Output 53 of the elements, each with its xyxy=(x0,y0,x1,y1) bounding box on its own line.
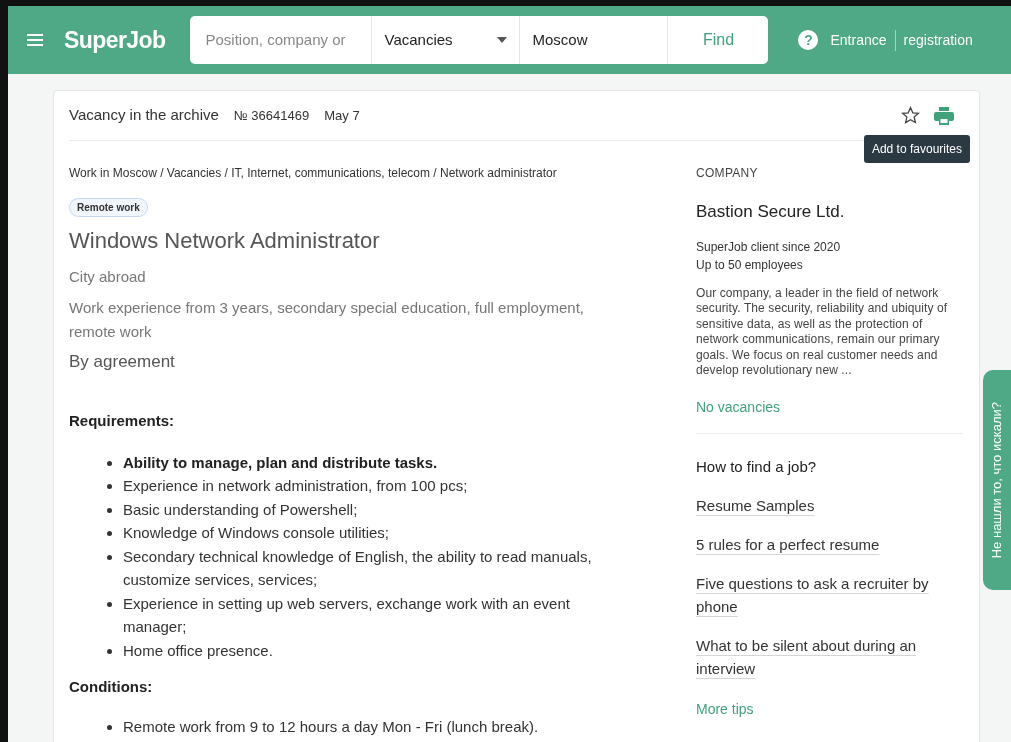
vacancy-date: May 7 xyxy=(324,106,360,125)
requirements-summary: Work experience from 3 years, secondary special education, full employment, remote work xyxy=(69,297,585,342)
bullet-icon xyxy=(107,507,112,513)
register-link[interactable]: registration xyxy=(895,29,973,51)
vacancy-status: Vacancy in the archive xyxy=(69,105,219,126)
help-button[interactable]: ? xyxy=(798,30,819,50)
breadcrumbs: Work in Moscow / Vacancies / IT, Internet, communications, telecom / Network administrator xyxy=(69,165,558,182)
salary: By agreement xyxy=(69,350,176,373)
menu-icon[interactable] xyxy=(26,33,44,47)
client-since: SuperJob client since 2020 xyxy=(696,238,842,256)
tooltip: Add to favourites xyxy=(863,135,970,163)
bullet-icon xyxy=(107,724,112,730)
list-item: Remote work from 9 to 12 hours a day Mon - Fri (lunch break). xyxy=(123,716,540,737)
company-size: Up to 50 employees xyxy=(696,256,804,274)
list-item: Ability to manage, plan and distribute tasks. xyxy=(123,452,439,473)
tip-link[interactable]: 5 rules for a perfect resume xyxy=(696,533,946,556)
logo[interactable]: SuperJob xyxy=(64,22,166,58)
printer-icon[interactable] xyxy=(934,106,954,125)
location: City abroad xyxy=(69,267,147,287)
category-dropdown[interactable]: Vacancies xyxy=(372,16,521,64)
list-item: Experience in setting up web servers, exchange work with an event manager; xyxy=(123,593,571,637)
company-name: Bastion Secure Ltd. xyxy=(696,201,846,223)
bullet-icon xyxy=(107,484,112,489)
tips-heading: How to find a job? xyxy=(696,456,818,477)
more-tips-link[interactable]: More tips xyxy=(696,699,963,720)
list-item: Experience in network administration, from 100 pcs; xyxy=(123,476,469,496)
login-link[interactable]: Entrance xyxy=(830,29,896,51)
city-field[interactable]: Moscow xyxy=(520,16,669,64)
star-icon[interactable] xyxy=(901,106,920,125)
company-description: Our company, a leader in the field of network security. The security, reliability and ubiquity of sensitive data, as well as the protection of network communications, remain our primary goals. We focus on real customer needs and develop revolutionary new ... xyxy=(696,285,949,379)
vacancy-number: № 36641469 xyxy=(233,106,310,125)
bullet-icon xyxy=(107,460,112,466)
section-heading: Requirements: xyxy=(69,411,176,431)
list-item: Basic understanding of Powershell; xyxy=(123,499,359,520)
bullet-icon xyxy=(107,531,112,536)
list-item: Knowledge of Windows console utilities; xyxy=(123,523,390,543)
remote-work-tag: Remote work xyxy=(69,198,148,217)
list-item: Secondary technical knowledge of English, the ability to read manuals, customize services, services; xyxy=(123,546,593,590)
section-label: COMPANY xyxy=(696,165,759,182)
section-heading: Conditions: xyxy=(69,677,154,697)
feedback-tab[interactable]: Не нашли то, что искали? xyxy=(983,370,1011,590)
bullet-icon xyxy=(107,601,112,607)
bullet-icon xyxy=(107,648,112,654)
bullet-icon xyxy=(107,554,112,560)
caret-icon xyxy=(497,37,508,43)
tip-link[interactable]: What to be silent about during an interview xyxy=(696,634,946,680)
list-item: Home office presence. xyxy=(123,640,274,661)
vacancy-title: Windows Network Administrator xyxy=(69,227,381,255)
tip-link[interactable]: Five questions to ask a recruiter by phone xyxy=(696,572,946,618)
find-button[interactable]: Find xyxy=(668,16,769,64)
vacancies-link[interactable]: No vacancies xyxy=(696,396,963,434)
tip-link[interactable]: Resume Samples xyxy=(696,494,946,517)
search-field[interactable]: Position, company or xyxy=(190,16,373,64)
